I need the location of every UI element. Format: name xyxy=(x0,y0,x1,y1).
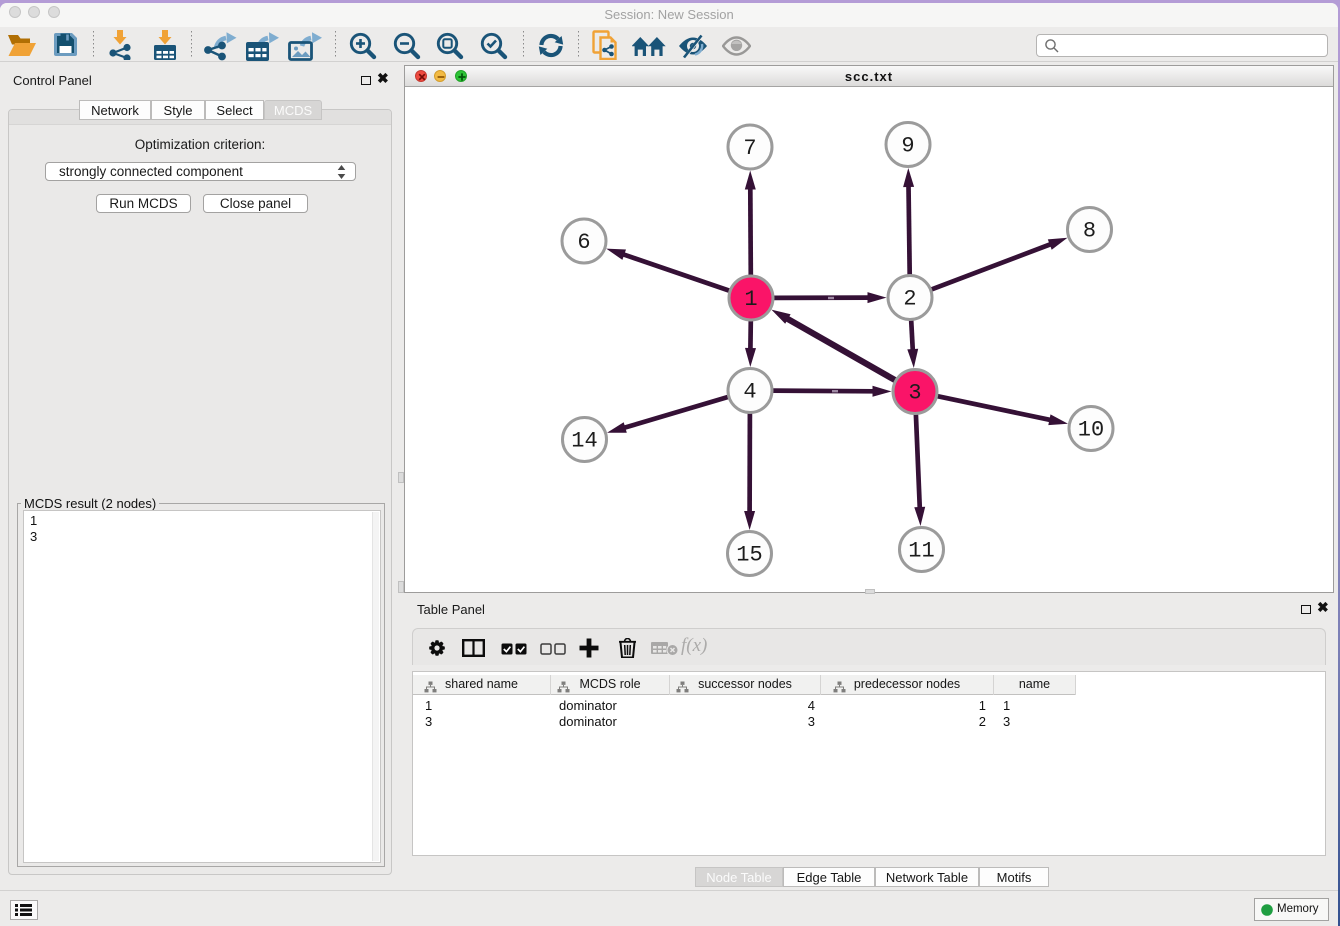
svg-text:7: 7 xyxy=(743,136,756,161)
svg-text:9: 9 xyxy=(901,134,914,159)
svg-text:10: 10 xyxy=(1078,418,1104,443)
svg-text:14: 14 xyxy=(571,429,597,454)
svg-text:11: 11 xyxy=(908,539,934,564)
svg-text:4: 4 xyxy=(743,380,756,405)
svg-text:15: 15 xyxy=(736,543,762,568)
svg-text:6: 6 xyxy=(577,230,590,255)
svg-text:3: 3 xyxy=(908,381,921,406)
svg-text:8: 8 xyxy=(1083,219,1096,244)
svg-text:1: 1 xyxy=(744,287,757,312)
svg-text:2: 2 xyxy=(903,287,916,312)
